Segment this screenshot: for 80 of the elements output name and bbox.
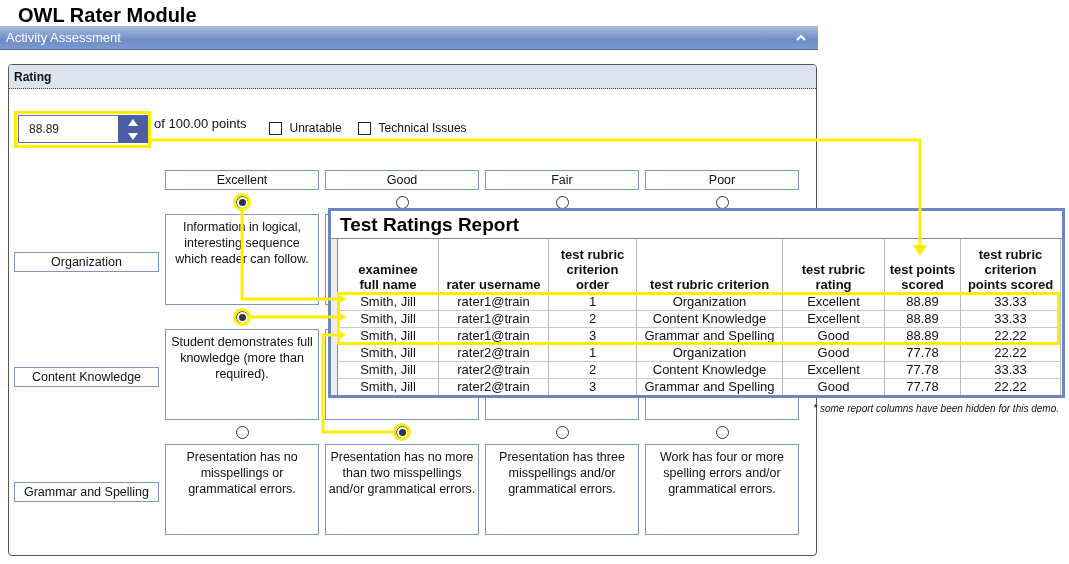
- criterion-label: Grammar and Spelling: [14, 482, 159, 502]
- table-cell: Excellent: [783, 361, 885, 378]
- level-header: Fair: [485, 170, 639, 190]
- table-cell: rater2@train: [439, 361, 549, 378]
- table-cell: Grammar and Spelling: [637, 378, 783, 395]
- table-cell: Excellent: [783, 293, 885, 310]
- table-cell: 1: [549, 344, 637, 361]
- table-cell: Organization: [637, 293, 783, 310]
- criterion-label: Content Knowledge: [14, 367, 159, 387]
- table-cell: 33.33: [961, 361, 1061, 378]
- radio-button[interactable]: [715, 195, 729, 209]
- up-arrow-icon: [128, 118, 138, 126]
- criterion-label: Organization: [14, 252, 159, 272]
- table-cell: 77.78: [885, 344, 961, 361]
- table-cell: 77.78: [885, 361, 961, 378]
- table-cell: Good: [783, 327, 885, 344]
- table-cell: rater2@train: [439, 378, 549, 395]
- radio-button[interactable]: [555, 425, 569, 439]
- column-header: rater username: [439, 239, 549, 293]
- report-title: Test Ratings Report: [339, 213, 521, 237]
- table-cell: 2: [549, 310, 637, 327]
- checkbox-label: Technical Issues: [378, 121, 467, 135]
- column-header: test rubric criterion: [637, 239, 783, 293]
- column-header: examinee full name: [338, 239, 439, 293]
- table-cell: Smith, Jill: [338, 378, 439, 395]
- score-field[interactable]: 88.89: [18, 115, 118, 143]
- checkbox[interactable]: [357, 121, 371, 135]
- radio-button[interactable]: [395, 195, 409, 209]
- section-title: Activity Assessment: [6, 30, 121, 45]
- table-cell: 88.89: [885, 327, 961, 344]
- table-cell: 88.89: [885, 293, 961, 310]
- table-cell: rater1@train: [439, 293, 549, 310]
- table-cell: 3: [549, 327, 637, 344]
- down-arrow-icon: [128, 132, 138, 140]
- table-cell: 22.22: [961, 327, 1061, 344]
- table-cell: 3: [549, 378, 637, 395]
- app-title: OWL Rater Module: [17, 3, 198, 26]
- checkbox[interactable]: [268, 121, 282, 135]
- points-label: of 100.00 points: [154, 116, 247, 131]
- descriptor-text: Presentation has no misspellings or grammatical errors.: [186, 450, 298, 496]
- table-cell: rater1@train: [439, 310, 549, 327]
- table-cell: Good: [783, 378, 885, 395]
- highlight-ring: [233, 193, 251, 211]
- column-header: test rubric criterion points scored: [961, 239, 1061, 293]
- table-cell: 33.33: [961, 293, 1061, 310]
- table-cell: rater1@train: [439, 327, 549, 344]
- table-cell: 88.89: [885, 310, 961, 327]
- table-cell: 22.22: [961, 378, 1061, 395]
- descriptor-text: Presentation has no more than two misspellings and/or grammatical errors.: [328, 450, 476, 496]
- highlight-ring: [233, 308, 251, 326]
- table-cell: rater2@train: [439, 344, 549, 361]
- radio-button[interactable]: [555, 195, 569, 209]
- table-cell: Excellent: [783, 310, 885, 327]
- table-cell: Smith, Jill: [338, 344, 439, 361]
- table-cell: Content Knowledge: [637, 361, 783, 378]
- table-cell: Content Knowledge: [637, 310, 783, 327]
- level-header: Good: [325, 170, 479, 190]
- level-header: Poor: [645, 170, 799, 190]
- column-header: test rubric criterion order: [549, 239, 637, 293]
- descriptor-text: Presentation has three misspellings and/or grammatical errors.: [499, 450, 625, 496]
- table-cell: 2: [549, 361, 637, 378]
- level-header: Excellent: [165, 170, 319, 190]
- table-cell: Good: [783, 344, 885, 361]
- table-cell: 22.22: [961, 344, 1061, 361]
- collapse-icon[interactable]: [796, 34, 806, 41]
- panel-title: Rating: [9, 65, 816, 89]
- highlight-ring: [393, 423, 411, 441]
- radio-button[interactable]: [235, 425, 249, 439]
- table-cell: Smith, Jill: [338, 361, 439, 378]
- table-cell: Organization: [637, 344, 783, 361]
- footnote: * some report columns have been hidden for this demo.: [813, 403, 1059, 414]
- table-cell: 77.78: [885, 378, 961, 395]
- radio-button[interactable]: [715, 425, 729, 439]
- descriptor-text: Student demonstrates full knowledge (more than required).: [171, 335, 313, 381]
- column-header: test rubric rating: [783, 239, 885, 293]
- descriptor-text: Work has four or more spelling errors and/or grammatical errors.: [659, 450, 785, 496]
- table-cell: Grammar and Spelling: [637, 327, 783, 344]
- checkbox-label: Unratable: [289, 121, 342, 135]
- table-cell: 1: [549, 293, 637, 310]
- table-cell: 33.33: [961, 310, 1061, 327]
